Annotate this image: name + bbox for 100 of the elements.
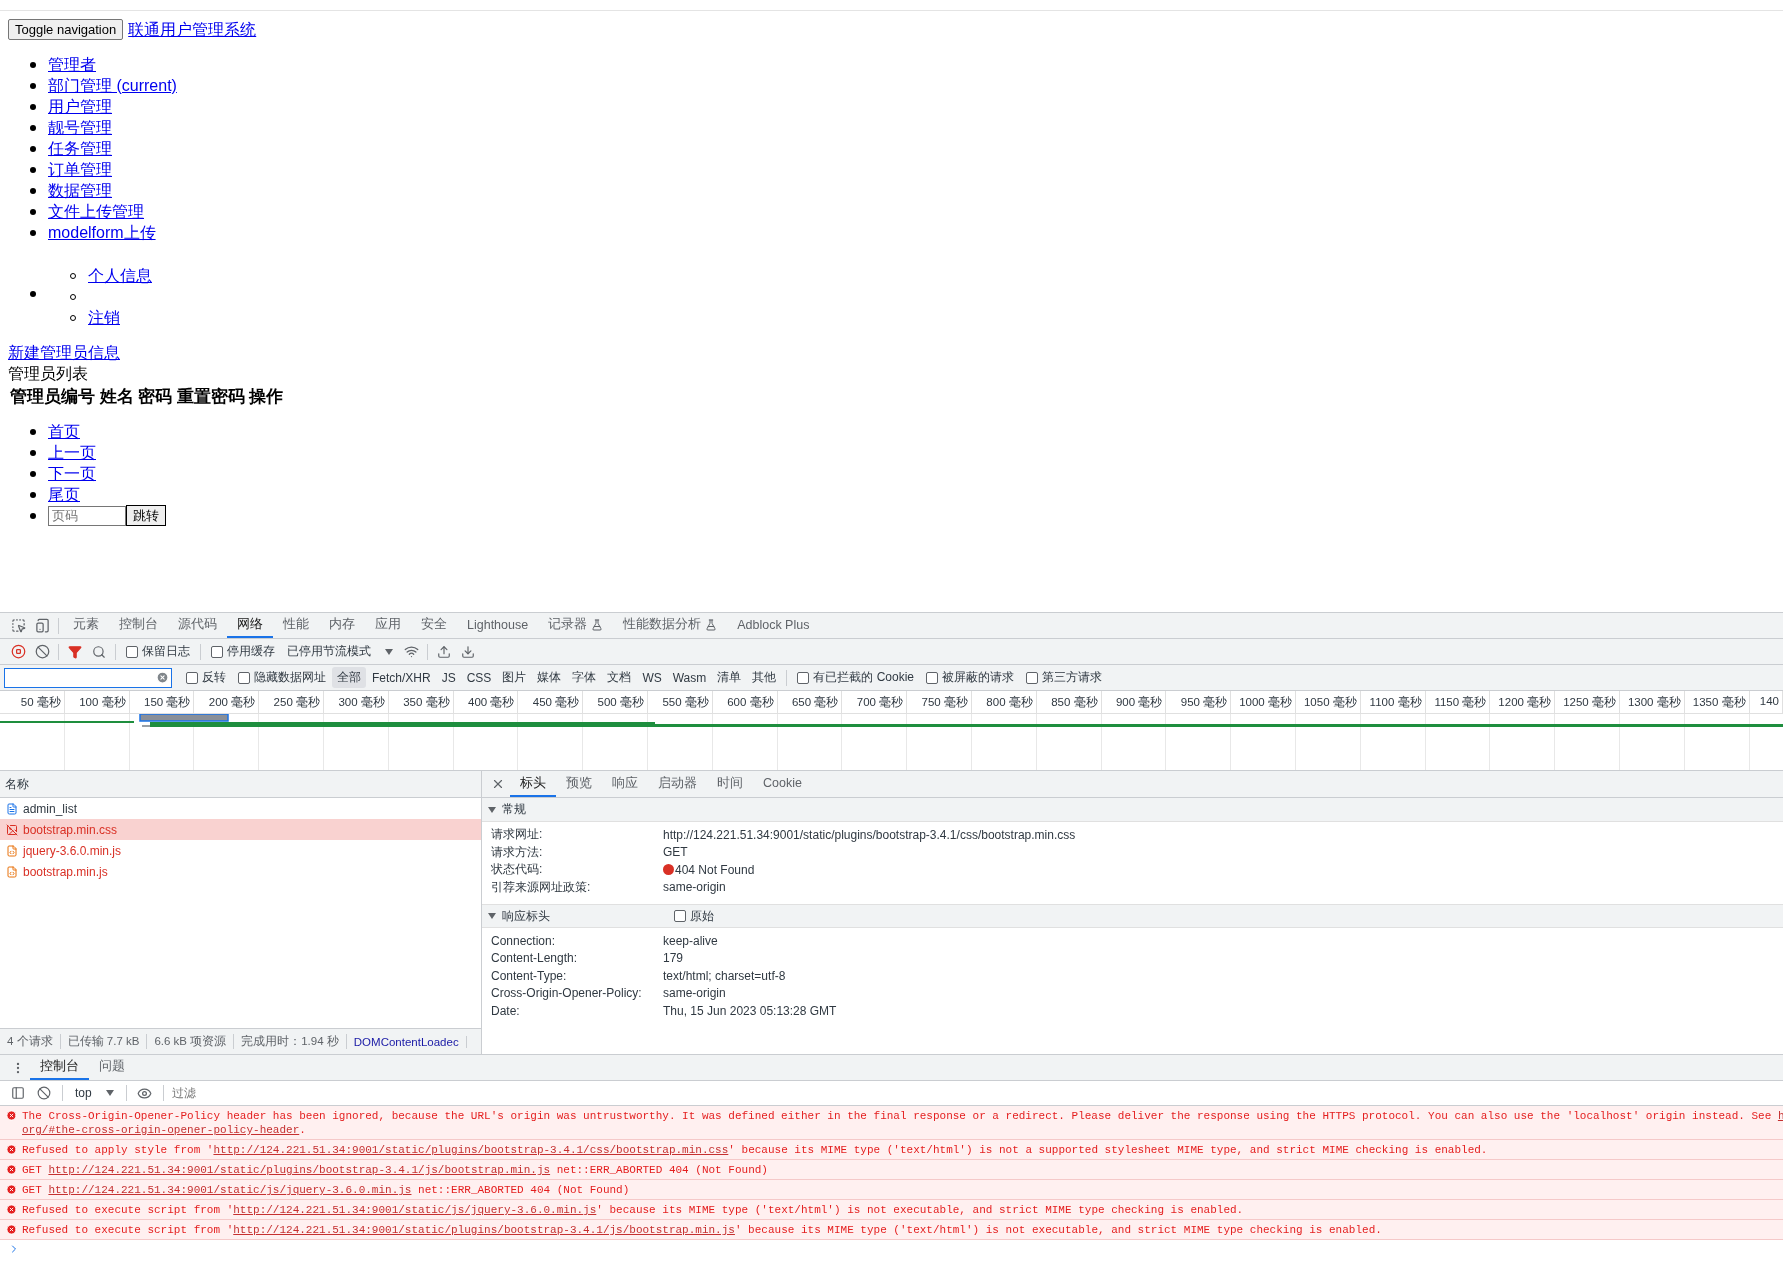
timeline-tick: 650 毫秒 xyxy=(777,691,843,713)
disable-cache-checkbox[interactable]: 停用缓存 xyxy=(211,643,275,660)
detail-tab[interactable]: 响应 xyxy=(602,771,648,797)
type-filter-button[interactable]: JS xyxy=(436,668,461,687)
drawer-tab[interactable]: 问题 xyxy=(89,1055,135,1080)
filter-option-checkbox[interactable]: 第三方请求 xyxy=(1026,669,1102,686)
nav-link[interactable]: 靓号管理 xyxy=(48,117,112,138)
nav-link[interactable]: modelform上传 xyxy=(48,222,156,243)
bullet-icon xyxy=(30,166,36,173)
detail-tab[interactable]: 预览 xyxy=(556,771,602,797)
type-filter-button[interactable]: 全部 xyxy=(332,667,366,688)
filter-option-checkbox[interactable]: 被屏蔽的请求 xyxy=(926,669,1014,686)
devtools-tab[interactable]: Lighthouse xyxy=(457,613,539,638)
type-filter-button[interactable]: Fetch/XHR xyxy=(367,668,436,687)
checkbox[interactable] xyxy=(238,671,250,684)
timeline-tick: 1350 毫秒 xyxy=(1684,691,1750,713)
header-name: 引荐来源网址政策: xyxy=(491,878,592,896)
context-dropdown[interactable]: top xyxy=(69,1086,120,1100)
section-header[interactable]: 常规 xyxy=(482,798,1783,822)
timeline-tick: 750 毫秒 xyxy=(907,691,972,713)
devtools-tab[interactable]: 应用 xyxy=(365,613,411,638)
type-filter-button[interactable]: CSS xyxy=(461,668,497,687)
type-filter-button[interactable]: 文档 xyxy=(602,667,637,688)
bullet-icon xyxy=(30,470,36,477)
menu-link[interactable]: 注销 xyxy=(88,307,120,328)
devtools-tab[interactable]: Adblock Plus xyxy=(727,613,820,638)
detail-tab[interactable]: 时间 xyxy=(707,771,753,797)
hide-data-urls-checkbox[interactable]: 隐藏数据网址 xyxy=(238,669,326,686)
bullet-icon xyxy=(30,145,36,152)
invert-checkbox[interactable]: 反转 xyxy=(186,669,226,686)
page-number-field[interactable]: 页码 xyxy=(48,505,126,526)
pagination-link[interactable]: 首页 xyxy=(48,421,80,442)
request-row[interactable]: bootstrap.min.css xyxy=(0,819,481,840)
type-filter-button[interactable]: Wasm xyxy=(667,668,712,687)
header-name: Content-Length: xyxy=(491,951,579,966)
type-filter-button[interactable]: 媒体 xyxy=(532,667,567,688)
checkbox[interactable] xyxy=(797,671,810,684)
section-header[interactable]: 响应标头 原始 xyxy=(482,904,1783,928)
pagination-link[interactable]: 下一页 xyxy=(48,463,96,484)
bullet-icon xyxy=(30,124,36,131)
timeline-tick: 1050 毫秒 xyxy=(1295,691,1361,713)
type-filter-button[interactable]: WS xyxy=(637,668,667,687)
console-link[interactable]: http://124.221.51.34:9001/static/plugins/bootstrap-3.4.1/js/bootstrap.min.js xyxy=(48,1164,551,1176)
type-filter-button[interactable]: 图片 xyxy=(497,667,532,688)
console-message: Refused to execute script from 'http://124.221.51.34:9001/static/plugins/bootstrap-3.4.1/js/bootstrap.min.js' because its MIME type ('text/html') is not executable, and strict MIME type checking is enabled. xyxy=(22,1223,1382,1237)
console-link[interactable]: org/#the-cross-origin-opener-policy-header xyxy=(22,1124,300,1136)
clear-icon[interactable] xyxy=(156,671,169,684)
nav-link[interactable]: 订单管理 xyxy=(48,159,112,180)
checkbox[interactable] xyxy=(126,645,138,658)
devtools-tab[interactable]: 内存 xyxy=(319,613,365,638)
brand-link[interactable]: 联通用户管理系统 xyxy=(128,19,257,40)
type-filter-button[interactable]: 清单 xyxy=(712,667,747,688)
new-admin-link[interactable]: 新建管理员信息 xyxy=(8,344,120,361)
console-link[interactable]: http://124.221.51.34:9001/static/js/jquery-3.6.0.min.js xyxy=(48,1184,412,1196)
column-header[interactable]: 名称 xyxy=(0,771,481,798)
bullet-icon xyxy=(30,290,36,297)
bullet-icon xyxy=(30,103,36,110)
toggle-navigation-button[interactable]: Toggle navigation xyxy=(8,19,124,40)
filter-field[interactable] xyxy=(4,667,172,688)
nav-link[interactable]: 数据管理 xyxy=(48,180,112,201)
nav-link[interactable]: 管理者 xyxy=(48,54,96,75)
bullet-icon xyxy=(30,491,36,498)
type-filter-button[interactable]: 其他 xyxy=(747,667,782,688)
devtools-tab[interactable]: 安全 xyxy=(411,613,457,638)
devtools-tab[interactable]: 性能数据分析 xyxy=(613,613,728,638)
console-link[interactable]: http://124.221.51.34:9001/static/js/jquery-3.6.0.min.js xyxy=(233,1204,597,1216)
raw-checkbox[interactable]: 原始 xyxy=(674,907,714,925)
console-message: Refused to apply style from 'http://124.221.51.34:9001/static/plugins/bootstrap-3.4.1/css/bootstrap.min.css' because its MIME type ('text/html') is not a supported stylesheet MIME type, and strict MIME checking is enabled. xyxy=(22,1143,1488,1157)
jump-button[interactable]: 跳转 xyxy=(126,505,166,526)
pagination-link[interactable]: 上一页 xyxy=(48,442,96,463)
menu-link[interactable]: 个人信息 xyxy=(88,265,152,286)
devtools-tab[interactable]: 元素 xyxy=(63,613,109,638)
nav-link[interactable]: 用户管理 xyxy=(48,96,112,117)
pagination-link[interactable]: 尾页 xyxy=(48,484,80,505)
detail-tab[interactable]: Cookie xyxy=(753,771,812,797)
console-link[interactable]: http://124.221.51.34:9001/static/plugins/bootstrap-3.4.1/css/bootstrap.min.css xyxy=(213,1144,729,1156)
checkbox[interactable] xyxy=(1026,671,1038,684)
throttling-dropdown[interactable]: 已停用节流模式 xyxy=(281,643,399,660)
console-link[interactable]: http://124.221.51.34:9001/static/plugins/bootstrap-3.4.1/js/bootstrap.min.js xyxy=(233,1224,735,1236)
header-value: 179 xyxy=(663,951,685,966)
checkbox[interactable] xyxy=(674,910,686,922)
header-name: Cross-Origin-Opener-Policy: xyxy=(491,986,643,1001)
checkbox[interactable] xyxy=(926,671,938,684)
nav-link[interactable]: 任务管理 xyxy=(48,138,112,159)
nav-link[interactable]: 部门管理 (current) xyxy=(48,75,177,96)
type-filter-button[interactable]: 字体 xyxy=(567,667,602,688)
devtools-tab[interactable]: 记录器 xyxy=(538,613,614,638)
devtools-tab[interactable]: 源代码 xyxy=(168,613,227,638)
bullet-icon xyxy=(30,449,36,456)
checkbox[interactable] xyxy=(186,671,198,684)
detail-tab[interactable]: 启动器 xyxy=(648,771,707,797)
header-name: 请求网址: xyxy=(491,826,544,844)
summary-text: 4 个请求 xyxy=(0,1034,61,1049)
preserve-log-checkbox[interactable]: 保留日志 xyxy=(126,643,190,660)
console-link[interactable]: h xyxy=(1777,1110,1783,1122)
devtools-tab[interactable]: 控制台 xyxy=(109,613,168,638)
devtools-tab[interactable]: 性能 xyxy=(273,613,319,638)
caret-icon xyxy=(105,1090,114,1096)
checkbox[interactable] xyxy=(211,645,223,658)
nav-link[interactable]: 文件上传管理 xyxy=(48,201,144,222)
